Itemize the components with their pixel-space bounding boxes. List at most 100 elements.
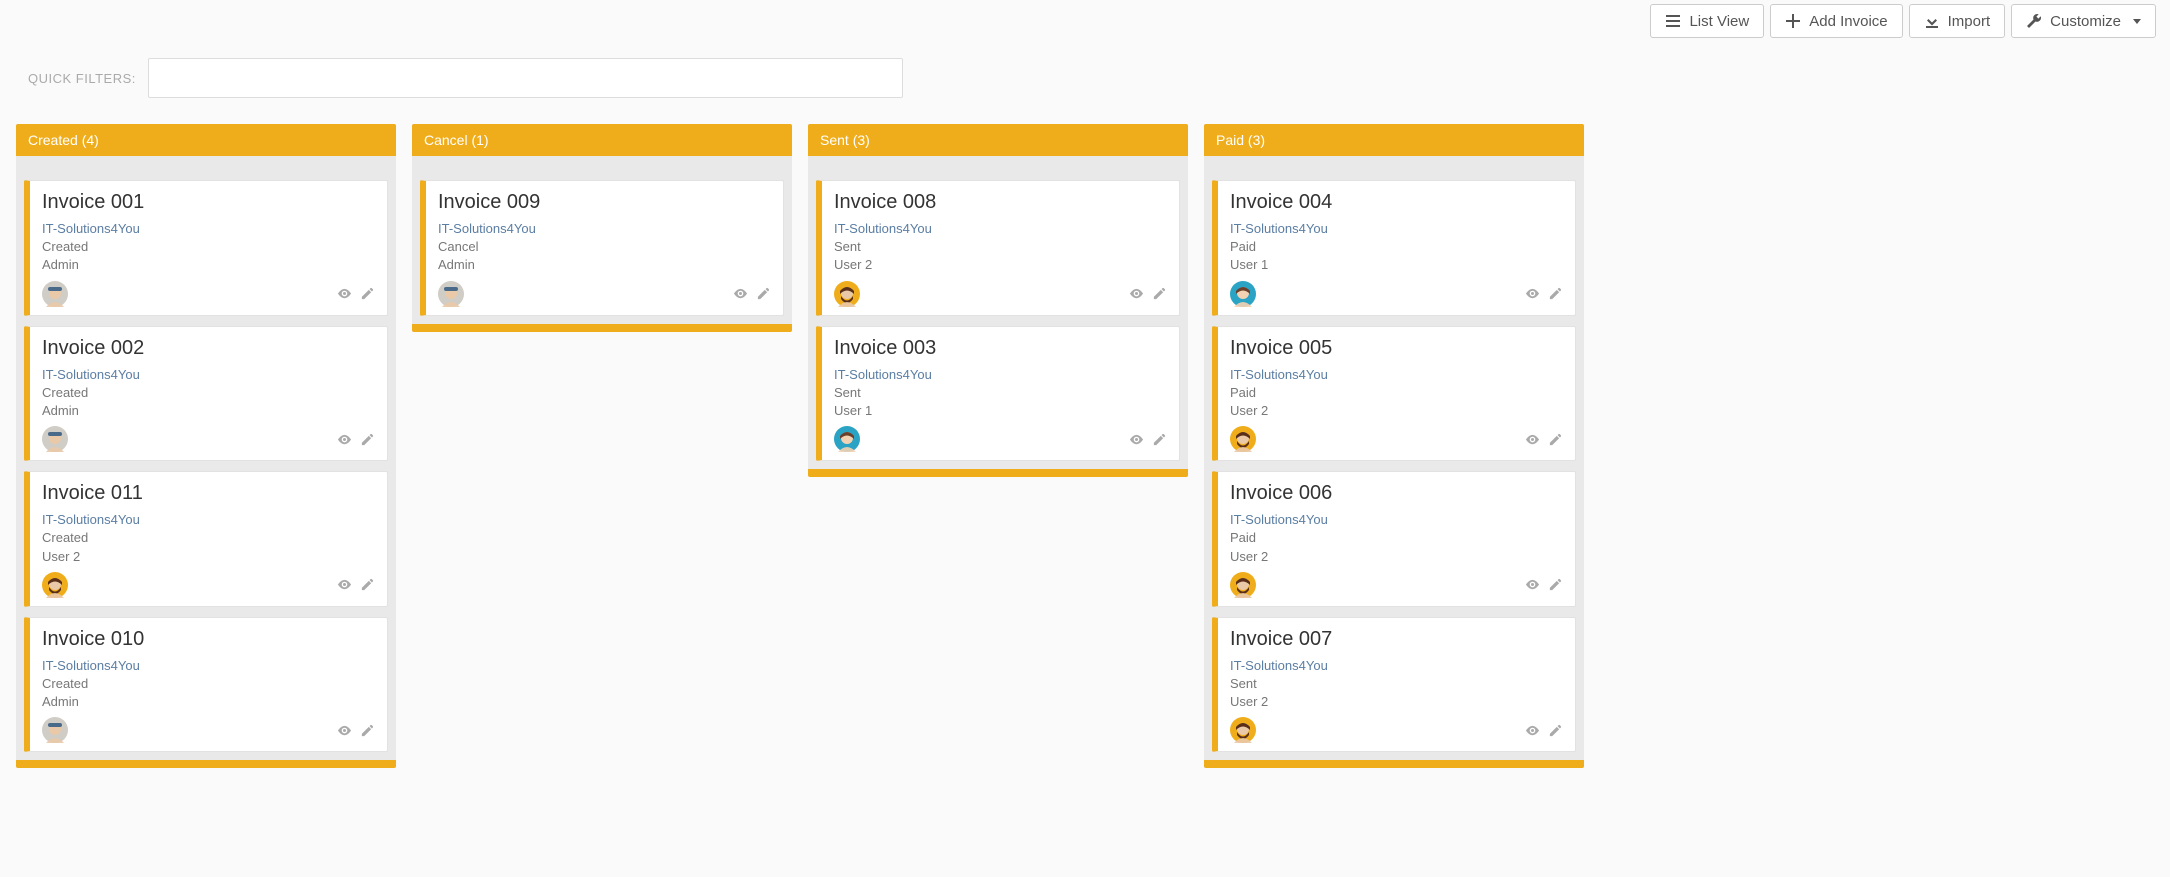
- invoice-card[interactable]: Invoice 003IT-Solutions4YouSentUser 1: [816, 326, 1180, 462]
- card-organization[interactable]: IT-Solutions4You: [834, 220, 1167, 238]
- view-icon[interactable]: [337, 432, 352, 447]
- edit-icon[interactable]: [1548, 577, 1563, 592]
- edit-icon[interactable]: [1548, 432, 1563, 447]
- view-icon[interactable]: [1525, 577, 1540, 592]
- invoice-card[interactable]: Invoice 010IT-Solutions4YouCreatedAdmin: [24, 617, 388, 753]
- card-user: Admin: [42, 402, 375, 420]
- column-header: Cancel (1): [412, 124, 792, 156]
- edit-icon[interactable]: [1152, 286, 1167, 301]
- card-title: Invoice 002: [42, 337, 375, 360]
- card-title: Invoice 006: [1230, 482, 1563, 505]
- card-organization[interactable]: IT-Solutions4You: [42, 220, 375, 238]
- invoice-card[interactable]: Invoice 008IT-Solutions4YouSentUser 2: [816, 180, 1180, 316]
- card-organization[interactable]: IT-Solutions4You: [438, 220, 771, 238]
- view-icon[interactable]: [337, 723, 352, 738]
- list-view-label: List View: [1689, 14, 1749, 29]
- edit-icon[interactable]: [1152, 432, 1167, 447]
- card-title: Invoice 009: [438, 191, 771, 214]
- column-footer: [412, 324, 792, 332]
- card-status: Sent: [1230, 675, 1563, 693]
- view-icon[interactable]: [1129, 432, 1144, 447]
- column-body[interactable]: Invoice 001IT-Solutions4YouCreatedAdminI…: [16, 156, 396, 760]
- edit-icon[interactable]: [1548, 723, 1563, 738]
- card-organization[interactable]: IT-Solutions4You: [42, 511, 375, 529]
- list-view-button[interactable]: List View: [1650, 4, 1764, 38]
- card-title: Invoice 004: [1230, 191, 1563, 214]
- card-organization[interactable]: IT-Solutions4You: [834, 366, 1167, 384]
- card-user: Admin: [42, 256, 375, 274]
- avatar: [1230, 717, 1256, 743]
- avatar: [834, 426, 860, 452]
- edit-icon[interactable]: [756, 286, 771, 301]
- avatar: [1230, 572, 1256, 598]
- card-title: Invoice 003: [834, 337, 1167, 360]
- card-user: User 2: [1230, 402, 1563, 420]
- card-status: Created: [42, 529, 375, 547]
- card-footer: [438, 281, 771, 307]
- column-footer: [808, 469, 1188, 477]
- card-organization[interactable]: IT-Solutions4You: [42, 366, 375, 384]
- avatar: [42, 426, 68, 452]
- invoice-card[interactable]: Invoice 011 IT-Solutions4YouCreatedUser 2: [24, 471, 388, 607]
- add-invoice-button[interactable]: Add Invoice: [1770, 4, 1902, 38]
- card-footer: [834, 426, 1167, 452]
- card-organization[interactable]: IT-Solutions4You: [1230, 220, 1563, 238]
- edit-icon[interactable]: [360, 723, 375, 738]
- card-title: Invoice 010: [42, 628, 375, 651]
- view-icon[interactable]: [1129, 286, 1144, 301]
- invoice-card[interactable]: Invoice 005IT-Solutions4YouPaidUser 2: [1212, 326, 1576, 462]
- invoice-card[interactable]: Invoice 004IT-Solutions4YouPaidUser 1: [1212, 180, 1576, 316]
- view-icon[interactable]: [733, 286, 748, 301]
- invoice-card[interactable]: Invoice 009IT-Solutions4YouCancelAdmin: [420, 180, 784, 316]
- card-status: Cancel: [438, 238, 771, 256]
- card-footer: [834, 281, 1167, 307]
- invoice-card[interactable]: Invoice 002IT-Solutions4YouCreatedAdmin: [24, 326, 388, 462]
- view-icon[interactable]: [1525, 723, 1540, 738]
- column-body[interactable]: Invoice 008IT-Solutions4YouSentUser 2 Inv…: [808, 156, 1188, 469]
- view-icon[interactable]: [337, 286, 352, 301]
- card-actions: [337, 432, 375, 447]
- kanban-board: Created (4) Invoice 001IT-Solutions4YouCr…: [16, 124, 2154, 768]
- column-body[interactable]: Invoice 004IT-Solutions4YouPaidUser 1Inv…: [1204, 156, 1584, 760]
- edit-icon[interactable]: [1548, 286, 1563, 301]
- card-footer: [42, 281, 375, 307]
- avatar: [42, 717, 68, 743]
- card-actions: [337, 286, 375, 301]
- card-footer: [42, 717, 375, 743]
- card-organization[interactable]: IT-Solutions4You: [1230, 366, 1563, 384]
- view-icon[interactable]: [1525, 432, 1540, 447]
- avatar: [42, 281, 68, 307]
- card-organization[interactable]: IT-Solutions4You: [1230, 657, 1563, 675]
- card-organization[interactable]: IT-Solutions4You: [1230, 511, 1563, 529]
- invoice-card[interactable]: Invoice 006IT-Solutions4YouPaidUser 2: [1212, 471, 1576, 607]
- column-header: Sent (3): [808, 124, 1188, 156]
- edit-icon[interactable]: [360, 286, 375, 301]
- column-header: Created (4): [16, 124, 396, 156]
- add-invoice-label: Add Invoice: [1809, 14, 1887, 29]
- plus-icon: [1785, 13, 1801, 29]
- import-button[interactable]: Import: [1909, 4, 2006, 38]
- quick-filters-row: QUICK FILTERS:: [28, 58, 903, 98]
- card-status: Paid: [1230, 529, 1563, 547]
- card-actions: [1525, 286, 1563, 301]
- card-actions: [1525, 577, 1563, 592]
- quick-filters-input[interactable]: [148, 58, 903, 98]
- customize-label: Customize: [2050, 14, 2121, 29]
- invoice-card[interactable]: Invoice 001IT-Solutions4YouCreatedAdmin: [24, 180, 388, 316]
- kanban-column: Sent (3)Invoice 008IT-Solutions4YouSentU…: [808, 124, 1188, 477]
- card-user: User 2: [834, 256, 1167, 274]
- avatar: [1230, 426, 1256, 452]
- view-icon[interactable]: [337, 577, 352, 592]
- invoice-card[interactable]: Invoice 007IT-Solutions4YouSentUser 2: [1212, 617, 1576, 753]
- card-actions: [1525, 723, 1563, 738]
- card-user: User 2: [42, 548, 375, 566]
- card-organization[interactable]: IT-Solutions4You: [42, 657, 375, 675]
- customize-button[interactable]: Customize: [2011, 4, 2156, 38]
- column-body[interactable]: Invoice 009IT-Solutions4YouCancelAdmin: [412, 156, 792, 324]
- view-icon[interactable]: [1525, 286, 1540, 301]
- edit-icon[interactable]: [360, 432, 375, 447]
- edit-icon[interactable]: [360, 577, 375, 592]
- card-title: Invoice 011: [42, 482, 375, 505]
- card-user: User 1: [1230, 256, 1563, 274]
- card-footer: [1230, 717, 1563, 743]
